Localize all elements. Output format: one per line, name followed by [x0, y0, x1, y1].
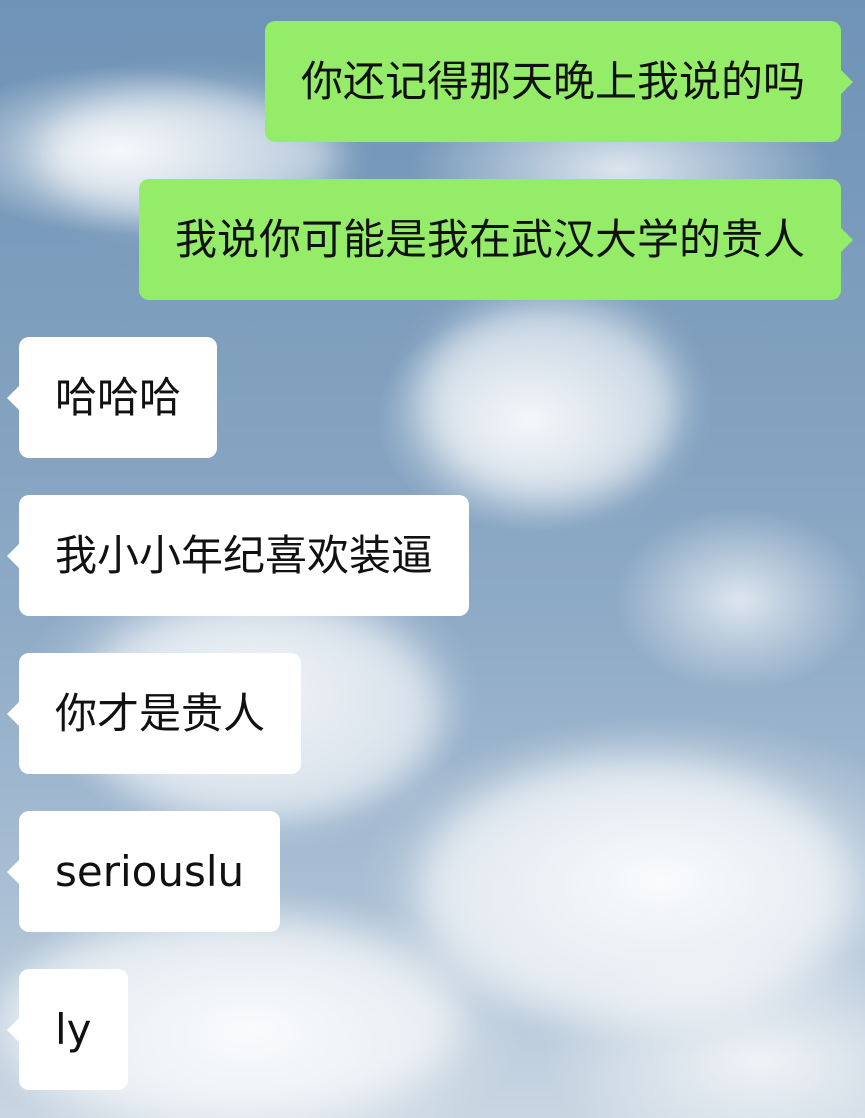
message-bubble-incoming[interactable]: ly — [7, 969, 128, 1090]
message-text: 我小小年纪喜欢装逼 — [55, 531, 434, 580]
chat-background: 你还记得那天晚上我说的吗 我说你可能是我在武汉大学的贵人 哈哈哈 我小小年纪喜欢… — [0, 0, 865, 1118]
message-bubble-incoming[interactable]: 你才是贵人 — [6, 653, 302, 774]
message-text: 哈哈哈 — [55, 373, 182, 422]
message-bubble-incoming[interactable]: seriouslu — [6, 811, 281, 932]
message-bubble-outgoing[interactable]: 你还记得那天晚上我说的吗 — [264, 21, 854, 142]
message-text: 你才是贵人 — [55, 689, 266, 738]
message-text: 我说你可能是我在武汉大学的贵人 — [174, 215, 805, 264]
cloud-shape — [420, 300, 680, 500]
cloud-shape — [420, 760, 850, 1020]
message-bubble-outgoing[interactable]: 我说你可能是我在武汉大学的贵人 — [138, 179, 854, 300]
message-bubble-incoming[interactable]: 我小小年纪喜欢装逼 — [6, 495, 470, 616]
message-text: 你还记得那天晚上我说的吗 — [300, 57, 805, 106]
message-bubble-incoming[interactable]: 哈哈哈 — [6, 337, 218, 458]
message-text: ly — [55, 1005, 92, 1054]
message-text: seriouslu — [55, 847, 245, 896]
